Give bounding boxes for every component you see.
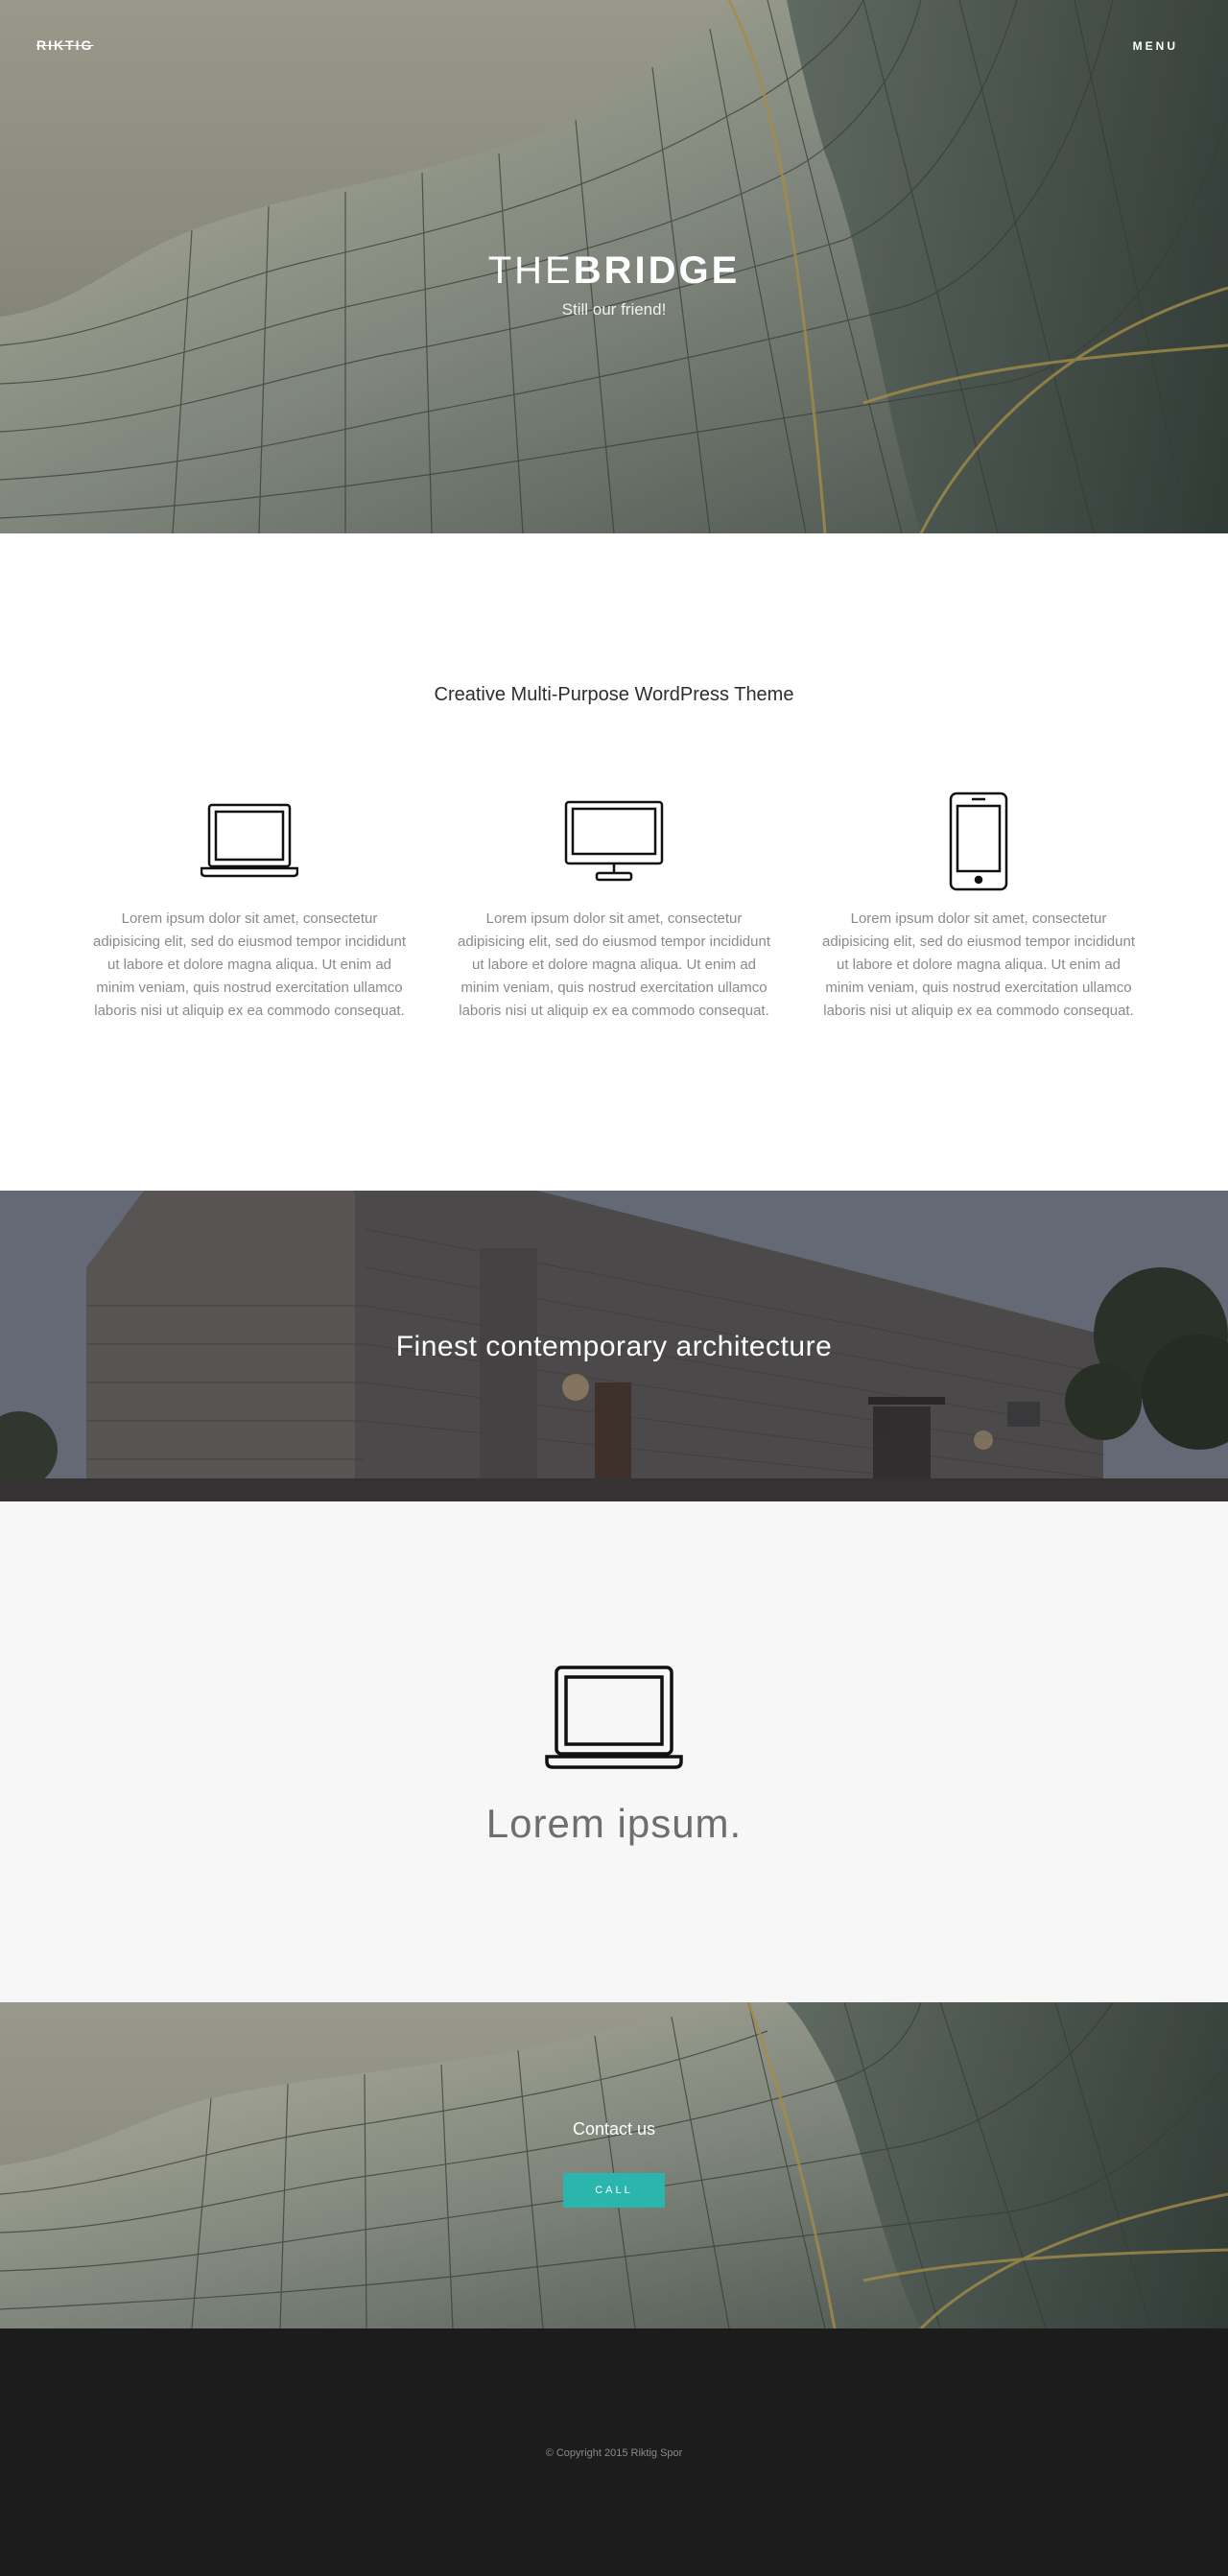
call-button[interactable]: CALL bbox=[563, 2173, 665, 2208]
contact-title: Contact us bbox=[572, 2119, 656, 2139]
hero-subtitle: Still our friend! bbox=[561, 300, 667, 319]
feature-text: Lorem ipsum dolor sit amet, consectetur … bbox=[821, 910, 1135, 1019]
banner-title: Finest contemporary architecture bbox=[395, 1331, 833, 1362]
hero-section: RIKTIG MENU THEBRIDGE Still our friend! bbox=[0, 0, 1228, 533]
feature-item-laptop: Lorem ipsum dolor sit amet, consectetur … bbox=[86, 791, 413, 1023]
lorem-title: Lorem ipsum. bbox=[485, 1801, 743, 1846]
site-logo[interactable]: RIKTIG bbox=[36, 37, 93, 53]
hero-title: THEBRIDGE bbox=[0, 248, 1228, 294]
features-section: Creative Multi-Purpose WordPress Theme L… bbox=[0, 533, 1228, 1191]
architecture-banner: Finest contemporary architecture bbox=[0, 1191, 1228, 1501]
feature-text: Lorem ipsum dolor sit amet, consectetur … bbox=[92, 910, 406, 1019]
smartphone-icon bbox=[815, 791, 1142, 892]
feature-text: Lorem ipsum dolor sit amet, consectetur … bbox=[457, 910, 770, 1019]
contact-section: Contact us CALL bbox=[0, 2002, 1228, 2328]
feature-item-desktop: Lorem ipsum dolor sit amet, consectetur … bbox=[451, 791, 777, 1023]
copyright-text: © Copyright 2015 Riktig Spor bbox=[545, 2447, 683, 2459]
feature-item-smartphone: Lorem ipsum dolor sit amet, consectetur … bbox=[815, 791, 1142, 1023]
hero-title-bold: BRIDGE bbox=[573, 249, 741, 292]
menu-button[interactable]: MENU bbox=[1133, 39, 1178, 53]
contact-background-image bbox=[0, 2002, 1228, 2328]
laptop-icon bbox=[545, 1665, 683, 1775]
hero-title-light: THE bbox=[487, 249, 574, 292]
lorem-section: Lorem ipsum. bbox=[0, 1501, 1228, 2002]
laptop-icon bbox=[86, 791, 413, 892]
footer: © Copyright 2015 Riktig Spor bbox=[0, 2328, 1228, 2576]
features-heading: Creative Multi-Purpose WordPress Theme bbox=[434, 684, 794, 705]
top-navigation-bar: RIKTIG MENU bbox=[0, 0, 1228, 96]
desktop-monitor-icon bbox=[451, 791, 777, 892]
